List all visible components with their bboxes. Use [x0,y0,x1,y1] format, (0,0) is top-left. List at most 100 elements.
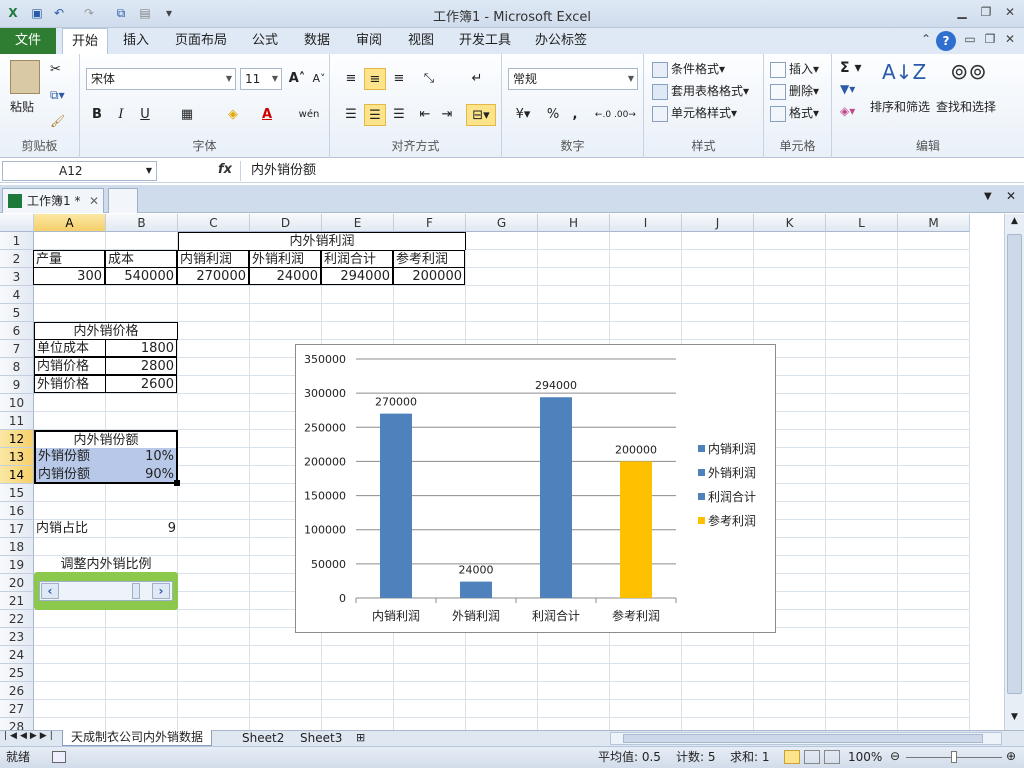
minimize-button[interactable]: ▁ [952,5,972,23]
format-as-table-button[interactable]: 套用表格格式▾ [652,82,749,100]
cell-header-1[interactable]: 成本 [105,250,177,268]
ratio-scroll-control[interactable]: ‹ › [34,572,178,610]
font-name-select[interactable]: 宋体 ▼ [86,68,236,90]
paste-button[interactable]: 粘贴 [10,98,34,115]
cell-c1-title[interactable]: 内外销利润 [178,232,466,250]
tab-file[interactable]: 文件 [0,28,56,54]
scroll-thumb[interactable] [1007,234,1022,694]
column-header-g[interactable]: G [466,214,538,232]
cell-value-5[interactable]: 200000 [393,267,465,285]
cut-icon[interactable]: ✂ [50,62,61,77]
tab-formulas[interactable]: 公式 [246,28,284,54]
close-button[interactable]: ✕ [1000,5,1020,23]
cell-b13[interactable]: 10% [106,448,178,466]
cell-header-5[interactable]: 参考利润 [393,250,465,268]
workbook-close-button[interactable]: ✕ [1000,32,1020,50]
row-header-10[interactable]: 10 [0,394,34,412]
row-header-8[interactable]: 8 [0,358,34,376]
cell-a9[interactable]: 外销价格 [34,375,106,393]
row-header-19[interactable]: 19 [0,556,34,574]
align-center-icon[interactable]: ☰ [364,104,386,126]
restore-button[interactable]: ❐ [976,5,996,23]
column-header-m[interactable]: M [898,214,970,232]
row-header-11[interactable]: 11 [0,412,34,430]
macro-record-icon[interactable] [52,751,66,763]
row-header-28[interactable]: 28 [0,718,34,730]
row-header-27[interactable]: 27 [0,700,34,718]
scroll-control-thumb[interactable] [132,583,140,599]
cell-a17[interactable]: 内销占比 [34,520,106,538]
fill-color-icon[interactable]: ◈ [222,104,244,126]
column-header-a[interactable]: A [34,214,106,232]
row-header-14[interactable]: 14 [0,466,34,484]
row-header-7[interactable]: 7 [0,340,34,358]
phonetic-icon[interactable]: wén [294,104,324,126]
cell-price-title[interactable]: 内外销价格 [34,322,178,340]
tab-list-icon[interactable]: ▼ [984,191,1000,202]
row-header-23[interactable]: 23 [0,628,34,646]
bold-button[interactable]: B [86,104,108,126]
row-header-12[interactable]: 12 [0,430,34,448]
grow-font-icon[interactable]: A˄ [286,68,308,90]
column-header-f[interactable]: F [394,214,466,232]
align-left-icon[interactable]: ☰ [340,104,362,126]
row-header-15[interactable]: 15 [0,484,34,502]
zoom-level[interactable]: 100% [848,747,882,768]
row-header-2[interactable]: 2 [0,250,34,268]
tab-review[interactable]: 审阅 [350,28,388,54]
scroll-left-icon[interactable]: ‹ [41,583,59,599]
cell-header-0[interactable]: 产量 [33,250,105,268]
bar-chart[interactable]: 0 50000 100000 150000 200000 250000 300000 3500… [295,344,776,633]
sheet-nav-icons[interactable]: |◀◀▶▶| [4,731,56,741]
decrease-decimal-icon[interactable]: .00→ [614,104,636,126]
scroll-right-icon[interactable]: › [152,583,170,599]
italic-button[interactable]: I [110,104,132,126]
select-all-corner[interactable] [0,214,34,232]
vertical-scrollbar[interactable]: ▲ ▼ [1004,214,1024,730]
cell-header-3[interactable]: 外销利润 [249,250,321,268]
clear-icon[interactable]: ◈▾ [840,104,855,118]
column-header-b[interactable]: B [106,214,178,232]
help-icon[interactable]: ? [936,31,956,51]
column-header-i[interactable]: I [610,214,682,232]
merge-center-icon[interactable]: ⊟▾ [466,104,496,126]
scroll-control-track[interactable]: ‹ › [39,581,173,601]
tab-home[interactable]: 开始 [62,28,108,54]
cell-header-4[interactable]: 利润合计 [321,250,393,268]
tab-page-layout[interactable]: 页面布局 [170,28,232,54]
increase-indent-icon[interactable]: ⇥ [436,104,458,126]
currency-icon[interactable]: ¥▾ [508,104,538,126]
cell-b8[interactable]: 2800 [105,357,177,375]
row-header-26[interactable]: 26 [0,682,34,700]
new-workbook-tab[interactable] [108,188,138,213]
cell-value-4[interactable]: 294000 [321,267,393,285]
cell-b14[interactable]: 90% [106,466,178,484]
tab-developer[interactable]: 开发工具 [454,28,516,54]
align-middle-icon[interactable]: ≡ [364,68,386,90]
cell-a7[interactable]: 单位成本 [34,339,106,357]
column-header-e[interactable]: E [322,214,394,232]
cell-share-title[interactable]: 内外销份额 [34,430,178,448]
format-cells-button[interactable]: 格式▾ [770,104,819,122]
zoom-out-icon[interactable]: ⊖ [890,746,900,767]
sheet-tab-3[interactable]: Sheet3 [294,731,348,746]
zoom-slider-thumb[interactable] [951,751,957,763]
column-header-d[interactable]: D [250,214,322,232]
row-header-3[interactable]: 3 [0,268,34,286]
normal-view-icon[interactable] [784,750,800,764]
name-box[interactable]: A12 ▼ [2,161,157,181]
row-header-4[interactable]: 4 [0,286,34,304]
cell-header-2[interactable]: 内销利润 [177,250,249,268]
align-bottom-icon[interactable]: ≡ [388,68,410,90]
row-header-16[interactable]: 16 [0,502,34,520]
align-top-icon[interactable]: ≡ [340,68,362,90]
zoom-in-icon[interactable]: ⊕ [1006,746,1016,767]
sheet-tab-2[interactable]: Sheet2 [236,731,290,746]
format-painter-icon[interactable]: 🖌 [50,114,65,128]
fill-icon[interactable]: ▼▾ [840,82,855,96]
hscroll-thumb[interactable] [623,734,983,743]
row-header-20[interactable]: 20 [0,574,34,592]
underline-button[interactable]: U [134,104,156,126]
row-header-24[interactable]: 24 [0,646,34,664]
align-right-icon[interactable]: ☰ [388,104,410,126]
